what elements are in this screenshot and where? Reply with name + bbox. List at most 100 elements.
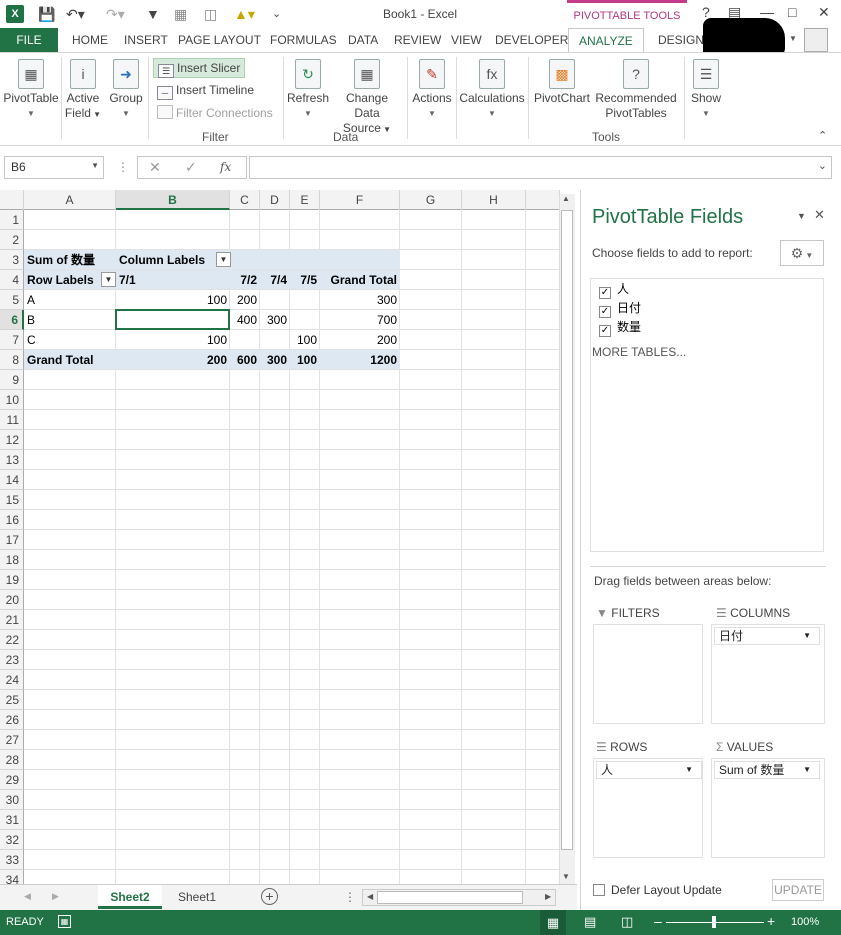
group-button[interactable]: ➜ Group ▼ — [108, 59, 144, 121]
scroll-right-icon[interactable]: ▶ — [545, 892, 551, 901]
field-item[interactable]: ✓ 数量 — [599, 318, 641, 337]
pivot-value-cell[interactable]: 100 — [293, 330, 317, 350]
grand-total-cell[interactable]: 1200 — [323, 350, 397, 370]
row-header-17[interactable]: 17 — [0, 530, 24, 550]
field-item[interactable]: ✓ 人 — [599, 280, 629, 299]
actions-button[interactable]: ✎ Actions ▼ — [410, 59, 454, 121]
more-tables-link[interactable]: MORE TABLES... — [592, 345, 686, 359]
formula-input[interactable]: ⌄ — [249, 156, 832, 179]
enter-icon[interactable]: ✓ — [185, 159, 197, 176]
values-field-pill[interactable]: Sum of 数量 ▼ — [714, 761, 820, 779]
expand-formula-icon[interactable]: ⌄ — [818, 159, 827, 172]
fill-color-icon[interactable]: ▲▾ — [234, 5, 255, 23]
row-header-25[interactable]: 25 — [0, 690, 24, 710]
panel-close-icon[interactable]: ✕ — [814, 207, 825, 223]
row-header-22[interactable]: 22 — [0, 630, 24, 650]
prev-sheet-icon[interactable]: ◀ — [24, 891, 31, 902]
row-header-18[interactable]: 18 — [0, 550, 24, 570]
row-header-2[interactable]: 2 — [0, 230, 24, 250]
row-header-21[interactable]: 21 — [0, 610, 24, 630]
column-header-h[interactable]: H — [462, 190, 526, 210]
insert-timeline-button[interactable]: ─ Insert Timeline — [157, 81, 254, 101]
save-icon[interactable]: 💾 — [38, 5, 55, 23]
tab-insert[interactable]: INSERT — [122, 28, 170, 52]
tab-view[interactable]: VIEW — [449, 28, 484, 52]
row-header-5[interactable]: 5 — [0, 290, 24, 310]
zoom-out-icon[interactable]: – — [654, 913, 662, 929]
refresh-button[interactable]: ↻ Refresh ▼ — [286, 59, 330, 121]
active-field-button[interactable]: i Active Field ▼ — [64, 59, 102, 122]
column-labels-filter-icon[interactable]: ▼ — [216, 252, 231, 267]
form-icon[interactable]: ◫ — [204, 5, 217, 23]
checkbox-checked-icon[interactable]: ✓ — [599, 306, 611, 318]
tab-developer[interactable]: DEVELOPER — [493, 28, 570, 52]
macro-record-icon[interactable]: ▦ — [58, 915, 71, 928]
checkbox-checked-icon[interactable]: ✓ — [599, 287, 611, 299]
page-layout-view-icon[interactable]: ▤ — [584, 914, 596, 930]
column-header-e[interactable]: E — [290, 190, 320, 210]
row-header-23[interactable]: 23 — [0, 650, 24, 670]
name-box-dropdown-icon[interactable]: ▼ — [91, 161, 99, 170]
normal-view-icon[interactable]: ▦ — [540, 910, 566, 935]
pivotchart-button[interactable]: ▩ PivotChart — [532, 59, 592, 106]
checkbox-unchecked-icon[interactable] — [593, 884, 605, 896]
rows-field-pill[interactable]: 人 ▼ — [596, 761, 702, 779]
row-header-8[interactable]: 8 — [0, 350, 24, 370]
name-box[interactable]: B6 ▼ — [4, 156, 104, 179]
column-header-a[interactable]: A — [24, 190, 116, 210]
columns-field-pill[interactable]: 日付 ▼ — [714, 627, 820, 645]
column-header-f[interactable]: F — [320, 190, 400, 210]
pivot-col-header[interactable]: 7/2 — [233, 270, 257, 290]
grand-total-cell[interactable]: 600 — [233, 350, 257, 370]
checkbox-checked-icon[interactable]: ✓ — [599, 325, 611, 337]
redo-icon[interactable]: ↷▾ — [106, 5, 125, 23]
pivot-values-label[interactable]: Sum of 数量 — [27, 250, 113, 270]
tab-formulas[interactable]: FORMULAS — [268, 28, 339, 52]
insert-function-icon[interactable]: fx — [220, 160, 231, 174]
scroll-up-icon[interactable]: ▲ — [562, 194, 570, 203]
collapse-ribbon-icon[interactable]: ⌃ — [818, 129, 827, 142]
tab-page-layout[interactable]: PAGE LAYOUT — [176, 28, 263, 52]
row-header-19[interactable]: 19 — [0, 570, 24, 590]
defer-layout-checkbox[interactable]: Defer Layout Update — [593, 883, 722, 897]
grand-total-cell[interactable]: 300 — [263, 350, 287, 370]
chevron-down-icon[interactable]: ▼ — [685, 762, 693, 778]
pivot-col-header[interactable]: 7/5 — [293, 270, 317, 290]
close-icon[interactable]: ✕ — [818, 4, 830, 21]
tab-sheet1[interactable]: Sheet1 — [168, 885, 226, 909]
maximize-icon[interactable]: □ — [788, 4, 796, 20]
next-sheet-icon[interactable]: ▶ — [52, 891, 59, 902]
vertical-scroll-thumb[interactable] — [561, 210, 573, 850]
row-header-10[interactable]: 10 — [0, 390, 24, 410]
column-header-overflow[interactable] — [526, 190, 560, 210]
new-sheet-icon[interactable]: + — [261, 888, 278, 905]
page-break-view-icon[interactable]: ◫ — [621, 914, 633, 930]
tab-sheet2[interactable]: Sheet2 — [98, 885, 162, 909]
field-item[interactable]: ✓ 日付 — [599, 299, 641, 318]
pivot-value-cell[interactable] — [293, 290, 317, 310]
row-header-26[interactable]: 26 — [0, 710, 24, 730]
zoom-slider-handle[interactable] — [712, 916, 716, 928]
panel-options-icon[interactable]: ▼ — [797, 211, 806, 221]
row-header-32[interactable]: 32 — [0, 830, 24, 850]
customize-qat-icon[interactable]: ⌄ — [272, 5, 281, 23]
row-header-24[interactable]: 24 — [0, 670, 24, 690]
filters-area[interactable] — [593, 624, 703, 724]
chevron-down-icon[interactable]: ▼ — [803, 762, 811, 778]
tab-analyze[interactable]: ANALYZE — [568, 28, 644, 52]
column-header-g[interactable]: G — [400, 190, 462, 210]
values-area[interactable]: Sum of 数量 ▼ — [711, 758, 825, 858]
row-header-11[interactable]: 11 — [0, 410, 24, 430]
change-data-source-button[interactable]: ▦ Change Data Source ▼ — [332, 59, 402, 137]
row-header-1[interactable]: 1 — [0, 210, 24, 230]
pivot-value-cell[interactable]: 200 — [323, 330, 397, 350]
pivot-value-cell[interactable]: 300 — [263, 310, 287, 330]
tab-data[interactable]: DATA — [346, 28, 380, 52]
row-header-4[interactable]: 4 — [0, 270, 24, 290]
column-labels-header[interactable]: Column Labels — [119, 250, 257, 270]
column-header-d[interactable]: D — [260, 190, 290, 210]
pivot-value-cell[interactable]: 300 — [323, 290, 397, 310]
field-layout-button[interactable]: ⚙ ▼ — [780, 240, 824, 266]
pivot-value-cell[interactable]: 100 — [119, 290, 227, 310]
scroll-left-icon[interactable]: ◀ — [367, 892, 373, 901]
